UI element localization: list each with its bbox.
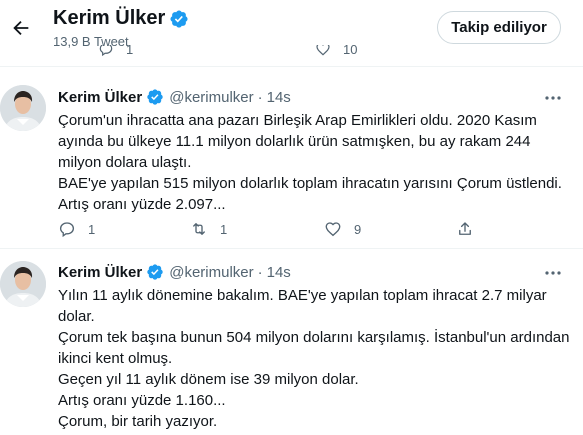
tweet-line: ikinci kent olmuş. xyxy=(58,350,173,367)
retweet-icon xyxy=(193,223,205,235)
separator-dot: · xyxy=(257,88,263,106)
profile-header: Kerim Ülker 13,9 B Tweet Takip ediliyor xyxy=(0,0,583,56)
reply-icon xyxy=(99,45,113,57)
tweet-author-row: Kerim Ülker @kerimulker · 14s xyxy=(58,263,291,281)
retweet-count: 1 xyxy=(220,221,228,237)
tweet-author-row: Kerim Ülker @kerimulker · 14s xyxy=(58,88,291,106)
previous-reply-count: 1 xyxy=(126,45,134,57)
like-icon xyxy=(325,222,341,237)
like-button[interactable]: 9 xyxy=(324,220,361,238)
reply-button[interactable]: 1 xyxy=(58,220,95,238)
more-icon[interactable] xyxy=(543,91,563,105)
tweet-line: milyon dolara ulaştı. xyxy=(58,154,192,171)
avatar[interactable] xyxy=(0,85,46,131)
verified-badge-icon xyxy=(147,264,163,280)
reply-count: 1 xyxy=(88,221,96,237)
previous-like-action[interactable]: 10 xyxy=(315,45,365,57)
share-icon xyxy=(459,222,471,235)
like-icon xyxy=(316,45,330,56)
profile-name: Kerim Ülker xyxy=(53,7,166,29)
avatar[interactable] xyxy=(0,261,46,307)
tweet[interactable]: Kerim Ülker @kerimulker · 14s Yılın 11 a… xyxy=(0,249,583,435)
reply-icon xyxy=(59,222,75,238)
tweet-line: Çorum, bir tarih yazıyor. xyxy=(58,413,218,430)
avatar-image xyxy=(0,85,46,131)
like-count: 9 xyxy=(354,221,362,237)
profile-name-row: Kerim Ülker xyxy=(53,7,189,30)
separator-dot: · xyxy=(257,263,263,281)
tweet-text: Çorum'un ihracatta ana pazarı Birleşik A… xyxy=(58,110,563,215)
back-button[interactable] xyxy=(6,13,36,43)
tweet-line: BAE'ye yapılan 515 milyon dolarlık topla… xyxy=(58,175,562,192)
tweet-time[interactable]: 14s xyxy=(267,264,291,281)
tweet-line: Geçen yıl 11 aylık dönem ise 39 milyon d… xyxy=(58,371,359,388)
following-button[interactable]: Takip ediliyor xyxy=(437,11,561,44)
more-icon[interactable] xyxy=(543,266,563,280)
tweet[interactable]: Kerim Ülker @kerimulker · 14s Çorum'un i… xyxy=(0,67,583,247)
verified-badge-icon xyxy=(170,9,188,28)
author-handle[interactable]: @kerimulker xyxy=(169,264,253,281)
tweet-actions: 1 1 9 xyxy=(58,220,563,240)
share-button[interactable] xyxy=(456,220,474,238)
avatar-image xyxy=(0,261,46,307)
tweet-line: ayında bu ülkeye 11.1 milyon dolarlık ür… xyxy=(58,133,531,150)
author-name[interactable]: Kerim Ülker xyxy=(58,89,142,106)
author-handle[interactable]: @kerimulker xyxy=(169,89,253,106)
tweet-text: Yılın 11 aylık dönemine bakalım. BAE'ye … xyxy=(58,285,570,432)
tweet-line: Artış oranı yüzde 2.097... xyxy=(58,196,226,213)
tweet-line: Artış oranı yüzde 1.160... xyxy=(58,392,226,409)
tweet-line: Yılın 11 aylık dönemine bakalım. BAE'ye … xyxy=(58,287,547,304)
author-name[interactable]: Kerim Ülker xyxy=(58,264,142,281)
back-arrow-icon xyxy=(13,20,29,36)
verified-badge-icon xyxy=(147,89,163,105)
tweet-line: Çorum'un ihracatta ana pazarı Birleşik A… xyxy=(58,112,537,129)
tweet-line: Çorum tek başına bunun 504 milyon doları… xyxy=(58,329,570,346)
previous-like-count: 10 xyxy=(343,45,358,57)
tweet-time[interactable]: 14s xyxy=(267,89,291,106)
previous-reply-action[interactable]: 1 xyxy=(98,45,138,57)
retweet-button[interactable]: 1 xyxy=(190,220,227,238)
tweet-line: dolar. xyxy=(58,308,95,325)
